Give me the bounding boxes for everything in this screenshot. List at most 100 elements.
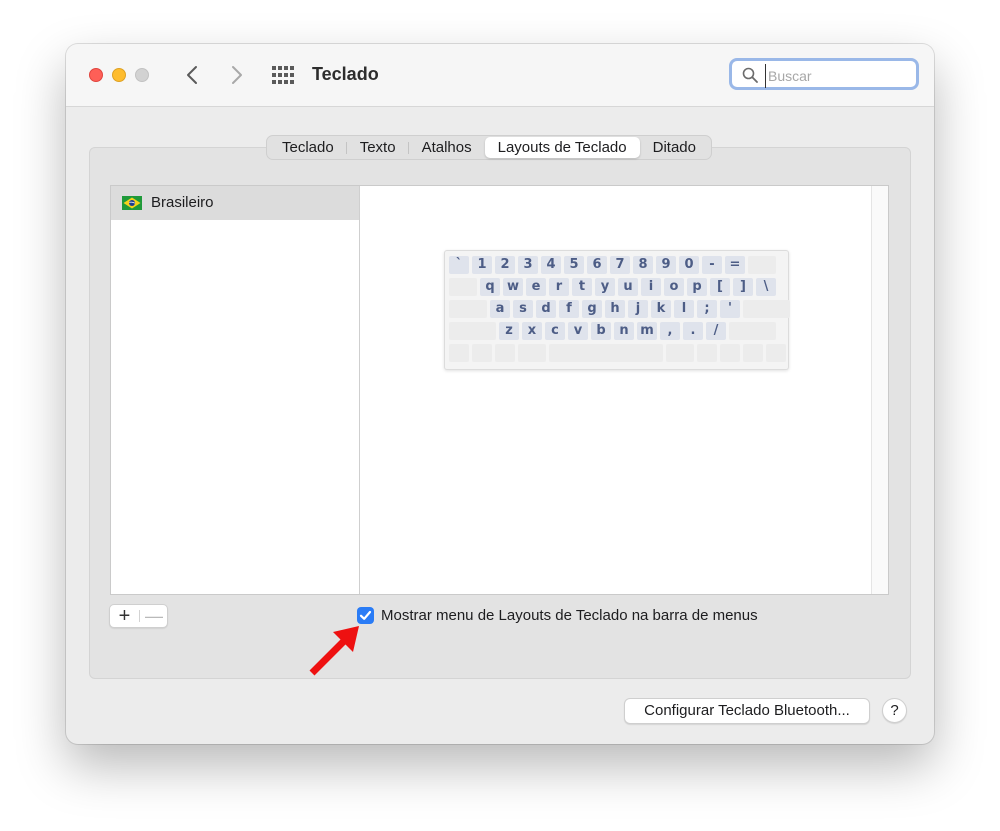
key: 7	[610, 256, 630, 274]
configure-bluetooth-keyboard-button[interactable]: Configurar Teclado Bluetooth...	[624, 698, 870, 724]
key: y	[595, 278, 615, 296]
key: z	[499, 322, 519, 340]
key	[666, 344, 694, 362]
key: 2	[495, 256, 515, 274]
layouts-panel: Brasileiro ` 1 2 3 4 5 6 7 8 9 0 - = q w…	[110, 185, 889, 595]
key: 0	[679, 256, 699, 274]
tab-atalhos[interactable]: Atalhos	[409, 137, 485, 158]
key: o	[664, 278, 684, 296]
key: h	[605, 300, 625, 318]
key: ]	[733, 278, 753, 296]
annotation-arrow-icon	[309, 626, 359, 676]
space-key	[549, 344, 663, 362]
key: m	[637, 322, 657, 340]
key: 9	[656, 256, 676, 274]
brazil-flag-icon	[122, 196, 142, 210]
key: t	[572, 278, 592, 296]
key: n	[614, 322, 634, 340]
key: /	[706, 322, 726, 340]
zoom-window-button[interactable]	[135, 68, 149, 82]
key: r	[549, 278, 569, 296]
key: =	[725, 256, 745, 274]
key: .	[683, 322, 703, 340]
key	[472, 344, 492, 362]
keyboard-row-1: ` 1 2 3 4 5 6 7 8 9 0 - =	[449, 256, 779, 274]
key: 1	[472, 256, 492, 274]
key: \	[756, 278, 776, 296]
key: ;	[697, 300, 717, 318]
key	[729, 322, 776, 340]
list-item[interactable]: Brasileiro	[111, 186, 359, 220]
tab-texto[interactable]: Texto	[347, 137, 409, 158]
search-icon	[742, 67, 758, 83]
title-bar: Teclado	[66, 44, 934, 107]
key: w	[503, 278, 523, 296]
minimize-window-button[interactable]	[112, 68, 126, 82]
preferences-window: Teclado Teclado Texto Atalhos Layouts de…	[66, 44, 934, 744]
help-button[interactable]: ?	[882, 698, 907, 723]
search-input[interactable]	[765, 64, 910, 88]
add-layout-button[interactable]: +	[110, 605, 139, 627]
key: i	[641, 278, 661, 296]
grid-icon	[272, 66, 294, 84]
key	[449, 344, 469, 362]
key: p	[687, 278, 707, 296]
tab-ditado[interactable]: Ditado	[640, 137, 709, 158]
key	[449, 322, 496, 340]
key: x	[522, 322, 542, 340]
key: k	[651, 300, 671, 318]
key: e	[526, 278, 546, 296]
keyboard-row-4: z x c v b n m , . /	[449, 322, 779, 340]
search-field[interactable]	[729, 58, 919, 90]
key: s	[513, 300, 533, 318]
key: v	[568, 322, 588, 340]
key: b	[591, 322, 611, 340]
key	[720, 344, 740, 362]
checkmark-icon	[359, 610, 372, 620]
key: l	[674, 300, 694, 318]
key: u	[618, 278, 638, 296]
key	[748, 256, 776, 274]
key: f	[559, 300, 579, 318]
key	[766, 344, 786, 362]
key: ,	[660, 322, 680, 340]
layout-name: Brasileiro	[151, 194, 214, 211]
key: 8	[633, 256, 653, 274]
key: a	[490, 300, 510, 318]
key: 6	[587, 256, 607, 274]
key: j	[628, 300, 648, 318]
key: 4	[541, 256, 561, 274]
key: `	[449, 256, 469, 274]
key: q	[480, 278, 500, 296]
keyboard-row-3: a s d f g h j k l ; '	[449, 300, 793, 318]
key	[518, 344, 546, 362]
key: d	[536, 300, 556, 318]
key	[495, 344, 515, 362]
forward-button[interactable]	[225, 64, 247, 86]
scrollbar[interactable]	[871, 186, 888, 594]
chevron-right-icon	[232, 66, 242, 84]
show-menu-label[interactable]: Mostrar menu de Layouts de Teclado na ba…	[381, 607, 758, 624]
window-title: Teclado	[312, 64, 379, 84]
close-window-button[interactable]	[89, 68, 103, 82]
add-remove-control: + —	[109, 604, 168, 628]
layouts-list: Brasileiro	[111, 186, 360, 594]
key: g	[582, 300, 602, 318]
keyboard-preview: ` 1 2 3 4 5 6 7 8 9 0 - = q w e r t y u …	[444, 250, 790, 370]
keyboard-row-2: q w e r t y u i o p [ ] \	[449, 278, 779, 296]
key	[743, 300, 790, 318]
key	[743, 344, 763, 362]
remove-layout-button[interactable]: —	[140, 605, 168, 627]
keyboard-row-5	[449, 344, 789, 362]
show-all-button[interactable]	[272, 66, 294, 84]
tab-layouts-de-teclado[interactable]: Layouts de Teclado	[484, 137, 640, 158]
key	[449, 300, 487, 318]
chevron-left-icon	[187, 66, 197, 84]
key	[449, 278, 477, 296]
key: [	[710, 278, 730, 296]
tab-teclado[interactable]: Teclado	[269, 137, 347, 158]
back-button[interactable]	[182, 64, 204, 86]
tab-bar: Teclado Texto Atalhos Layouts de Teclado…	[266, 135, 712, 160]
key	[697, 344, 717, 362]
show-menu-checkbox[interactable]	[357, 607, 374, 624]
